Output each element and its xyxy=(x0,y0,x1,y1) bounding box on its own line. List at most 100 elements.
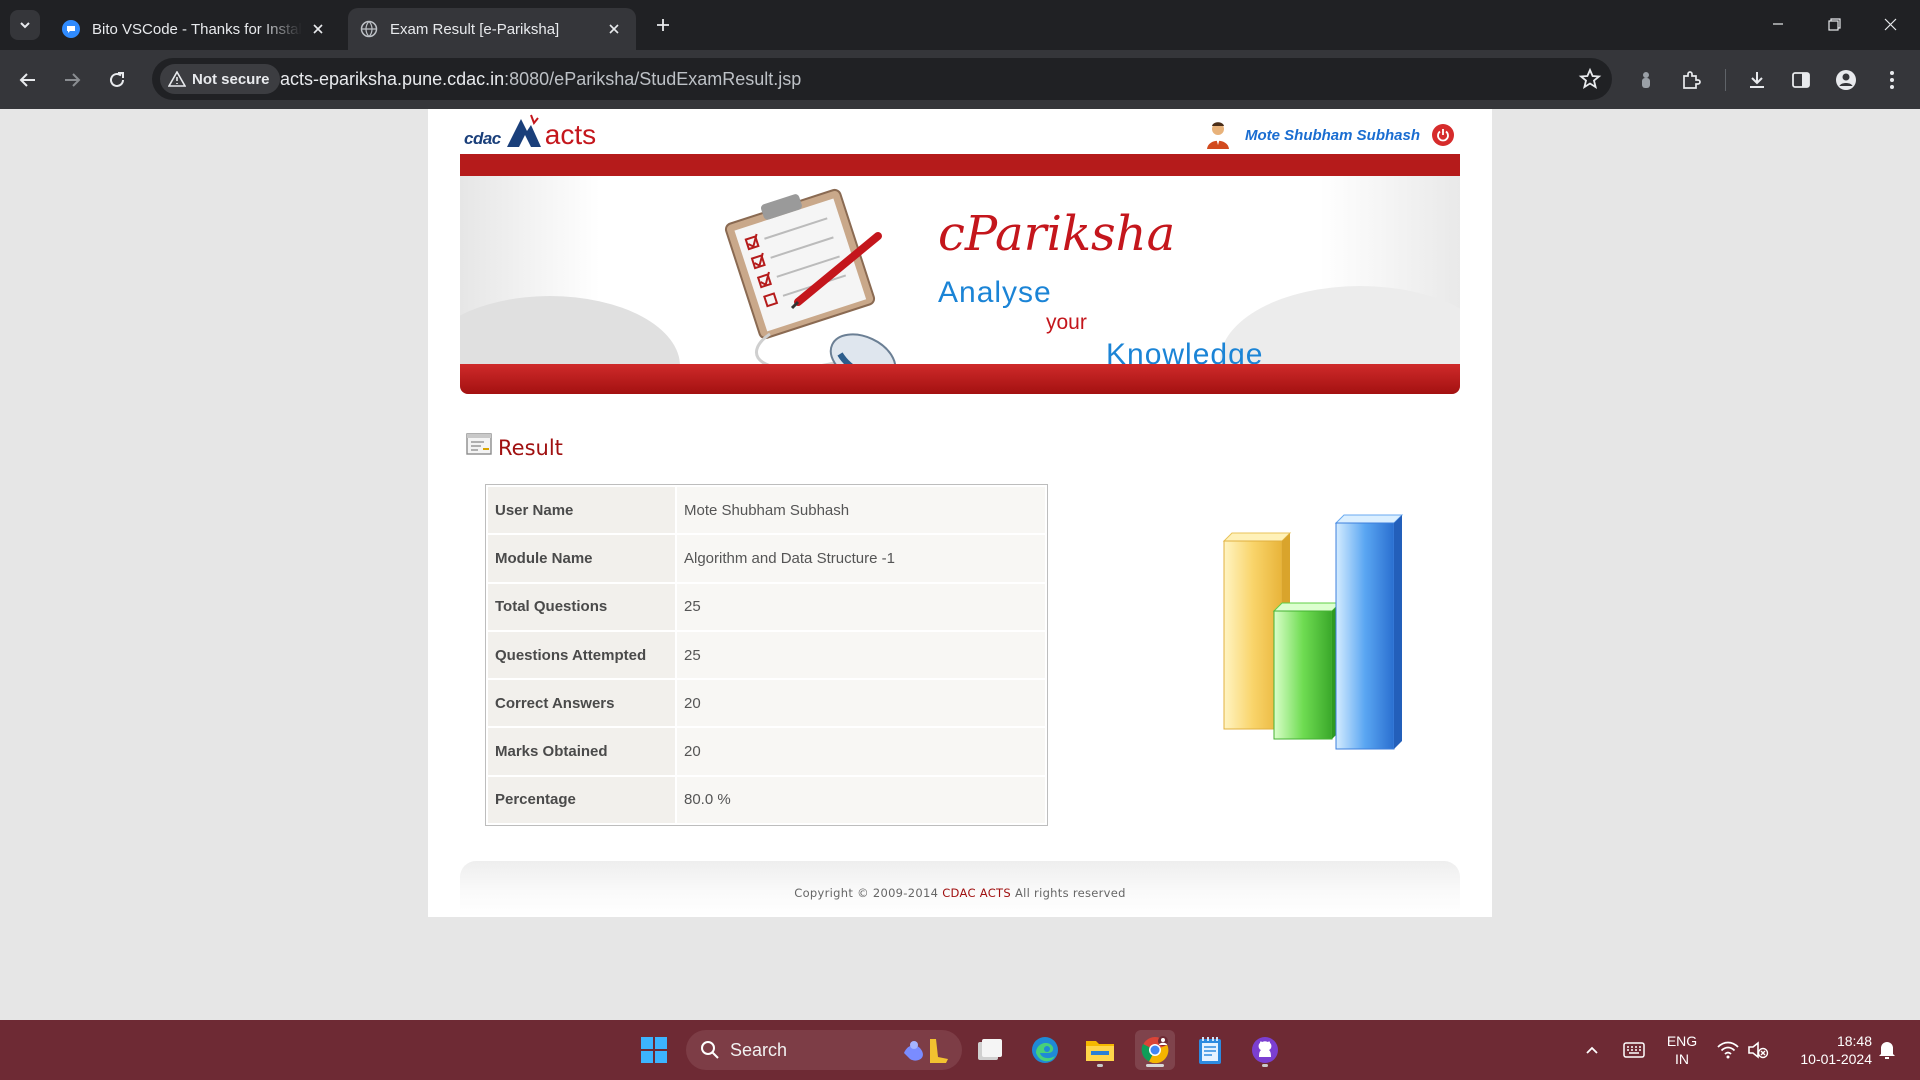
search-label: Search xyxy=(730,1039,788,1060)
language-indicator[interactable]: ENG IN xyxy=(1660,1032,1704,1068)
logout-button[interactable] xyxy=(1432,124,1454,146)
address-bar[interactable]: Not secure acts-epariksha.pune.cdac.in:8… xyxy=(152,58,1612,100)
keyboard-icon xyxy=(1623,1042,1645,1058)
search-icon xyxy=(701,1041,719,1059)
puzzle-icon xyxy=(1683,71,1701,89)
side-panel-button[interactable] xyxy=(1785,64,1817,96)
logo-acts-text: acts xyxy=(544,119,597,150)
plus-icon xyxy=(657,19,669,31)
show-hidden-icons-button[interactable] xyxy=(1580,1020,1604,1080)
tab-title: Bito VSCode - Thanks for Installing xyxy=(92,20,302,38)
bookmark-star-icon[interactable] xyxy=(1578,67,1602,91)
back-button[interactable] xyxy=(12,64,44,96)
banner-bottom-bar xyxy=(460,364,1460,394)
tab-exam-result[interactable]: Exam Result [e-Pariksha] xyxy=(348,8,636,50)
download-icon xyxy=(1750,72,1764,88)
table-row: Questions Attempted 25 xyxy=(488,631,1045,679)
banner-body: cPariksha Analyse your Knowledge xyxy=(460,176,1460,394)
minimize-button[interactable] xyxy=(1750,0,1806,48)
table-row: Percentage 80.0 % xyxy=(488,776,1045,824)
site-security-chip[interactable]: Not secure xyxy=(160,64,280,94)
task-view-button[interactable] xyxy=(970,1030,1010,1070)
wifi-icon xyxy=(1717,1041,1739,1059)
speaker-muted-icon xyxy=(1748,1041,1769,1059)
row-label: Module Name xyxy=(488,535,675,582)
site-header: cdac acts Mote Shubham Subhash xyxy=(460,109,1460,154)
user-name-link[interactable]: Mote Shubham Subhash xyxy=(1245,127,1420,144)
toolbar-divider xyxy=(1725,69,1726,91)
minimize-icon xyxy=(1773,23,1783,25)
reload-icon xyxy=(110,72,124,87)
task-view-icon xyxy=(978,1039,1002,1060)
volume-status-button[interactable] xyxy=(1744,1020,1772,1080)
banner-tagline-your: your xyxy=(1046,311,1087,334)
warning-triangle-icon xyxy=(168,71,186,87)
notifications-button[interactable] xyxy=(1874,1020,1900,1080)
profile-avatar-icon xyxy=(1836,70,1856,90)
running-indicator xyxy=(1097,1064,1103,1067)
restore-button[interactable] xyxy=(1806,0,1862,48)
result-document-icon xyxy=(466,433,492,455)
clipboard-checklist-icon xyxy=(724,188,897,384)
profile-button[interactable] xyxy=(1830,64,1862,96)
github-icon xyxy=(1252,1037,1278,1063)
reload-button[interactable] xyxy=(101,64,133,96)
close-icon xyxy=(1884,18,1896,30)
close-tab-icon[interactable] xyxy=(308,19,328,39)
extensions-button[interactable] xyxy=(1675,64,1707,96)
close-tab-icon[interactable] xyxy=(604,19,624,39)
row-value: 20 xyxy=(677,680,1045,727)
wifi-status-button[interactable] xyxy=(1714,1020,1742,1080)
cdac-acts-logo[interactable]: cdac acts xyxy=(464,114,597,150)
side-panel-icon xyxy=(1792,72,1810,88)
tab-search-button[interactable] xyxy=(10,10,40,40)
table-row: Total Questions 25 xyxy=(488,583,1045,630)
row-value: 20 xyxy=(677,728,1045,775)
browser-toolbar: Not secure acts-epariksha.pune.cdac.in:8… xyxy=(0,50,1920,109)
github-desktop-button[interactable] xyxy=(1245,1030,1285,1070)
new-tab-button[interactable] xyxy=(650,12,676,38)
notepad-button[interactable] xyxy=(1190,1030,1230,1070)
folder-icon xyxy=(1086,1041,1114,1061)
file-explorer-button[interactable] xyxy=(1080,1030,1120,1070)
tab-bito-vscode[interactable]: Bito VSCode - Thanks for Installing xyxy=(50,8,340,50)
tab-title: Exam Result [e-Pariksha] xyxy=(390,20,560,38)
rights-text: All rights reserved xyxy=(1014,886,1126,900)
forward-button[interactable] xyxy=(56,64,88,96)
row-label: Marks Obtained xyxy=(488,728,675,775)
lang-region: IN xyxy=(1675,1051,1689,1067)
chrome-browser-icon xyxy=(1141,1036,1169,1064)
browser-menu-button[interactable] xyxy=(1876,64,1908,96)
result-table: User Name Mote Shubham Subhash Module Nam… xyxy=(485,484,1048,827)
kebab-menu-icon xyxy=(1890,71,1894,89)
row-label: User Name xyxy=(488,487,675,534)
row-value: 25 xyxy=(677,631,1045,679)
touch-keyboard-button[interactable] xyxy=(1620,1020,1648,1080)
windows-taskbar: Search ENG IN 18:48 10-01-2024 xyxy=(0,1020,1920,1080)
start-button[interactable] xyxy=(634,1030,674,1070)
row-value: 80.0 % xyxy=(677,776,1045,824)
system-clock[interactable]: 18:48 10-01-2024 xyxy=(1782,1032,1872,1068)
close-window-button[interactable] xyxy=(1862,0,1918,48)
table-row: Marks Obtained 20 xyxy=(488,728,1045,775)
user-avatar-icon xyxy=(1206,122,1229,149)
arrow-left-icon xyxy=(19,73,35,87)
result-heading: Result xyxy=(466,428,563,460)
active-indicator xyxy=(1146,1064,1164,1067)
edge-button[interactable] xyxy=(1025,1030,1065,1070)
lang-code: ENG xyxy=(1666,1033,1698,1049)
footer-org-link[interactable]: CDAC ACTS xyxy=(942,886,1011,900)
taskbar-search[interactable]: Search xyxy=(686,1030,962,1070)
search-highlight-icon xyxy=(904,1039,948,1063)
chevron-down-icon xyxy=(20,22,30,29)
chevron-up-icon xyxy=(1586,1046,1598,1054)
extension-pin-button[interactable] xyxy=(1630,64,1662,96)
url-text[interactable]: acts-epariksha.pune.cdac.in:8080/ePariks… xyxy=(280,58,801,100)
chrome-button[interactable] xyxy=(1135,1030,1175,1070)
power-icon xyxy=(1437,129,1449,142)
row-value: 25 xyxy=(677,583,1045,630)
windows-logo-icon xyxy=(641,1037,667,1063)
table-row: Module Name Algorithm and Data Structure … xyxy=(488,535,1045,582)
downloads-button[interactable] xyxy=(1741,64,1773,96)
bito-favicon-icon xyxy=(62,20,80,38)
